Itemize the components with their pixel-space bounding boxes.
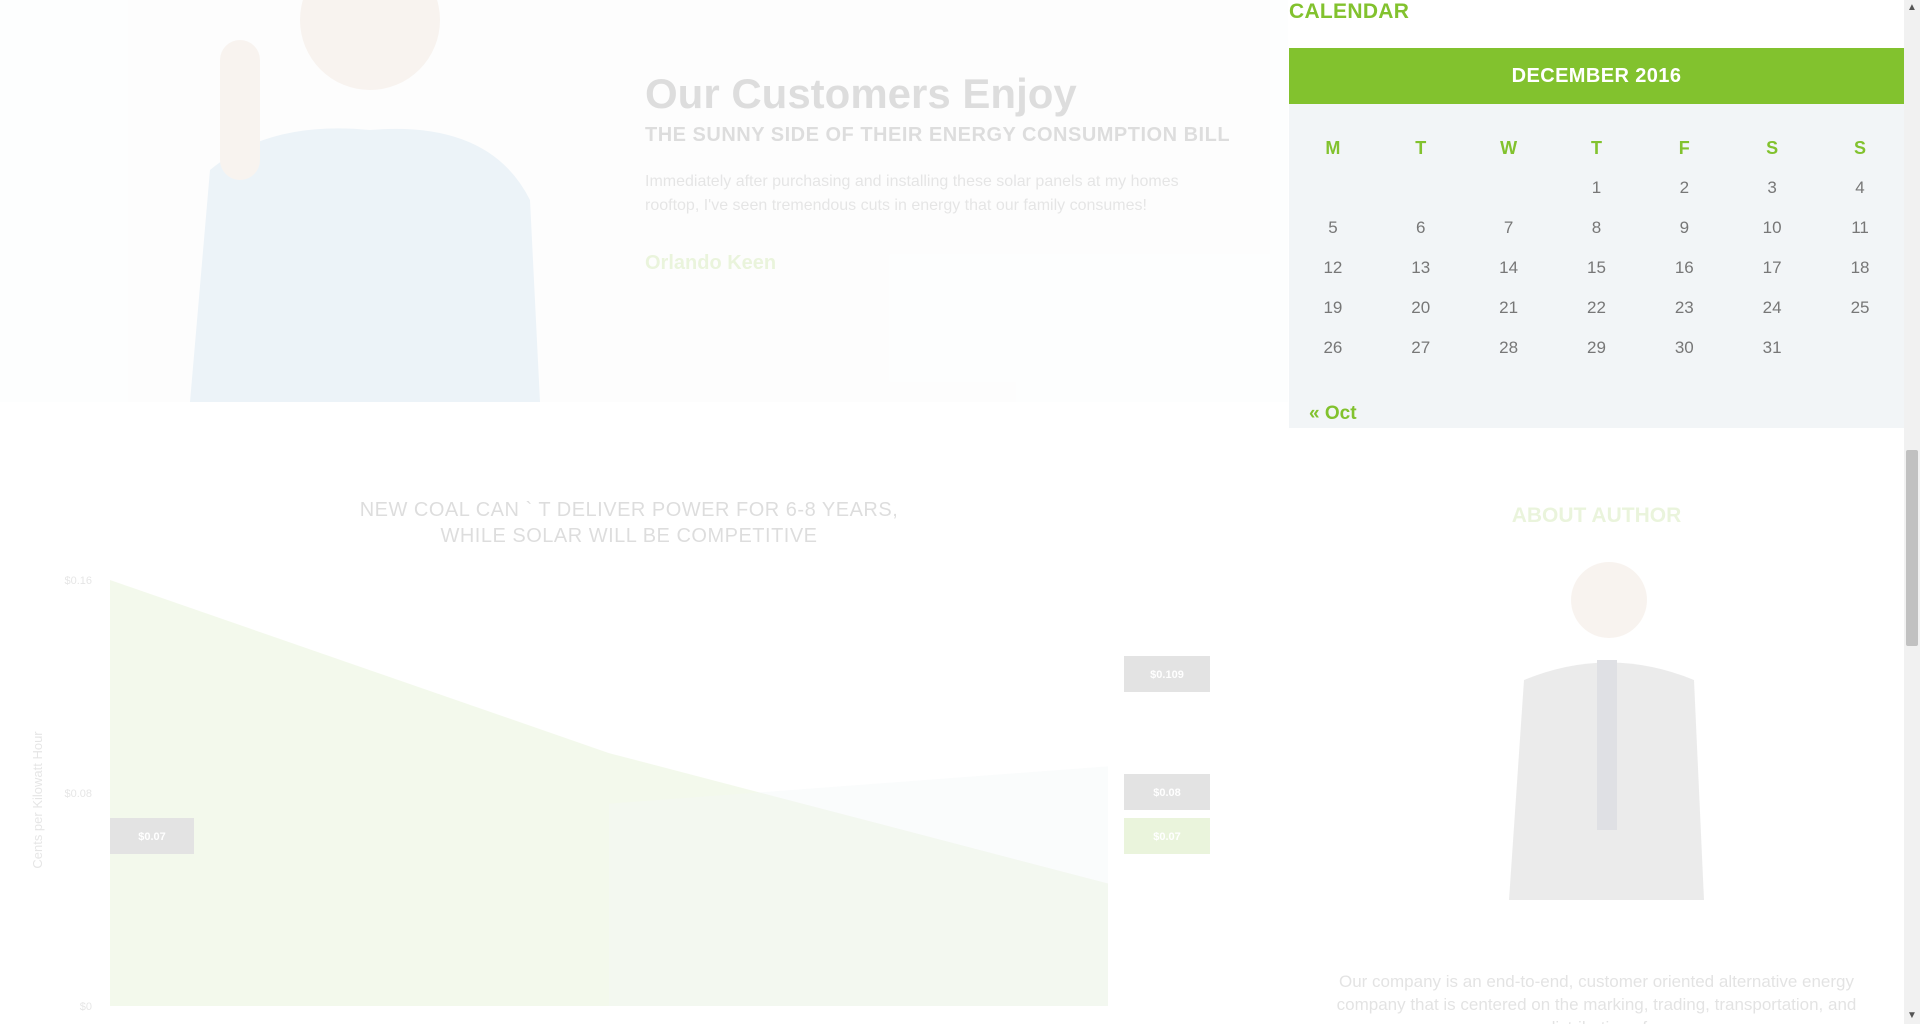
calendar-day: 19 (1323, 298, 1343, 317)
chart-y-tick-label: $0.16 (64, 575, 92, 587)
calendar-day: 23 (1674, 298, 1694, 317)
calendar-day: 6 (1416, 218, 1426, 237)
calendar-day: 15 (1586, 258, 1606, 277)
calendar-day: 3 (1767, 178, 1777, 197)
calendar-day (1465, 168, 1553, 208)
calendar-day: 11 (1851, 218, 1869, 237)
calendar-day: 10 (1762, 218, 1782, 237)
testimonial-author: Orlando Keen (645, 252, 777, 274)
calendar-day: 29 (1586, 338, 1606, 357)
chart-y-axis-label: Cents per Kilowatt Hour (30, 731, 45, 869)
calendar-day: 21 (1499, 298, 1519, 317)
chart-title-line-1: NEW COAL CAN ` T DELIVER POWER FOR 6-8 Y… (359, 499, 899, 521)
calendar-day: 4 (1855, 178, 1865, 197)
calendar-day: 5 (1328, 218, 1338, 237)
calendar-day: 1 (1591, 178, 1602, 197)
calendar-day: 20 (1411, 298, 1431, 317)
testimonial-subtitle: THE SUNNY SIDE OF THEIR ENERGY CONSUMPTI… (645, 124, 1231, 146)
calendar-day: 26 (1323, 338, 1343, 357)
calendar-heading: CALENDAR (1289, 0, 1410, 23)
page: Our Customers Enjoy THE SUNNY SIDE OF TH… (0, 0, 1920, 1024)
calendar-day: 18 (1850, 258, 1870, 277)
calendar-table: M T W T F S S 1 2 3 4 5 6 7 8 9 10 11 12… (1289, 128, 1904, 368)
faded-content: Our Customers Enjoy THE SUNNY SIDE OF TH… (0, 0, 1288, 1024)
calendar-day: 14 (1499, 258, 1519, 277)
chart-y-tick-label: $0 (80, 1001, 92, 1013)
calendar-widget: DECEMBER 2016 M T W T F S S 1 2 3 4 5 6 … (1289, 48, 1904, 428)
weekday-sun: S (1854, 137, 1867, 158)
calendar-week: 19 20 21 22 23 24 25 (1289, 288, 1904, 328)
calendar-day: 7 (1503, 218, 1514, 237)
calendar-day: 2 (1679, 178, 1690, 197)
calendar-weekday-row: M T W T F S S (1289, 128, 1904, 168)
calendar-day: 17 (1762, 258, 1782, 277)
chart-value-label: $0.07 (1153, 831, 1181, 843)
calendar-day (1816, 328, 1904, 368)
calendar-day: 16 (1674, 258, 1694, 277)
weekday-thu: T (1590, 137, 1602, 158)
calendar-day: 25 (1850, 298, 1870, 317)
scroll-up-icon[interactable]: ▲ (1904, 0, 1920, 16)
chart-title-line-2: WHILE SOLAR WILL BE COMPETITIVE (440, 525, 818, 547)
chart-value-label: $0.07 (138, 831, 166, 843)
chart-title: NEW COAL CAN ` T DELIVER POWER FOR 6-8 Y… (0, 497, 1258, 549)
chart-area-series-2 (609, 766, 1108, 1006)
calendar-week: 5 6 7 8 9 10 11 (1289, 208, 1904, 248)
calendar-day: 13 (1411, 258, 1431, 277)
calendar-day: 12 (1323, 258, 1343, 277)
calendar-day: 24 (1762, 298, 1782, 317)
calendar-day (1289, 168, 1377, 208)
calendar-day: 31 (1762, 338, 1782, 357)
calendar-day: 9 (1679, 218, 1690, 237)
chart: Cents per Kilowatt Hour $0 $0.08 $0.16 $0.07… (30, 575, 1210, 1013)
calendar-day: 8 (1591, 218, 1602, 237)
calendar-day: 30 (1674, 338, 1694, 357)
testimonial-title: Our Customers Enjoy (645, 70, 1077, 117)
weekday-sat: S (1766, 137, 1779, 158)
calendar-week: 12 13 14 15 16 17 18 (1289, 248, 1904, 288)
about-author-section: ABOUT AUTHOR Our company is an end-to-en… (1289, 430, 1904, 1024)
page-scrollbar[interactable]: ▲ ▼ (1904, 0, 1920, 1024)
weekday-wed: W (1500, 137, 1518, 158)
testimonial-section: Our Customers Enjoy THE SUNNY SIDE OF TH… (0, 0, 1288, 402)
about-author-title: ABOUT AUTHOR (1511, 504, 1682, 527)
weekday-mon: M (1325, 137, 1341, 158)
author-photo (1509, 562, 1704, 900)
about-author-text: Our company is an end-to-end, customer o… (1336, 972, 1857, 1024)
calendar-caption: DECEMBER 2016 (1289, 48, 1904, 104)
calendar-day: 22 (1586, 298, 1606, 317)
weekday-fri: F (1678, 137, 1690, 158)
calendar-week: 26 27 28 29 30 31 (1289, 328, 1904, 368)
calendar-week: 1 2 3 4 (1289, 168, 1904, 208)
calendar-day: 28 (1499, 338, 1519, 357)
weekday-tue: T (1415, 137, 1427, 158)
chart-value-label: $0.08 (1153, 787, 1181, 799)
scroll-down-icon[interactable]: ▼ (1904, 1008, 1920, 1024)
calendar-prev-month-link[interactable]: « Oct (1309, 403, 1357, 425)
customer-photo (190, 0, 540, 402)
calendar-day: 27 (1411, 338, 1431, 357)
testimonial-quote: Immediately after purchasing and install… (645, 173, 1179, 214)
scroll-thumb[interactable] (1906, 450, 1918, 646)
chart-y-tick-label: $0.08 (64, 788, 92, 800)
calendar-day (1377, 168, 1465, 208)
chart-value-label: $0.109 (1150, 669, 1184, 681)
